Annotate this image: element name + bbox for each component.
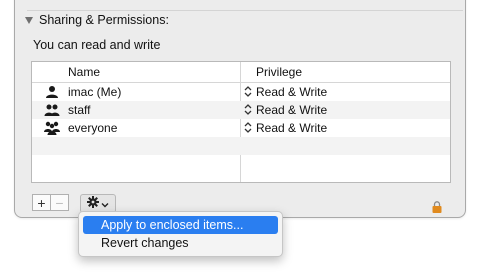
privilege-stepper-icon[interactable] xyxy=(243,84,253,99)
empty-table-row xyxy=(32,155,450,173)
row-privilege[interactable]: Read & Write xyxy=(256,85,327,99)
table-row[interactable]: everyone Read & Write xyxy=(32,119,450,137)
gear-icon xyxy=(87,195,99,213)
table-row[interactable]: staff Read & Write xyxy=(32,101,450,119)
divider xyxy=(27,10,463,11)
privilege-stepper-icon[interactable] xyxy=(243,120,253,135)
info-panel: Sharing & Permissions: You can read and … xyxy=(14,0,466,218)
row-name: imac (Me) xyxy=(68,85,122,99)
disclosure-triangle-icon[interactable] xyxy=(25,16,33,24)
lock-icon[interactable] xyxy=(432,200,442,213)
permissions-table: Name Privilege imac (Me) Read & Write st… xyxy=(31,61,451,183)
row-name: staff xyxy=(68,103,91,117)
everyone-icon xyxy=(44,121,60,135)
add-user-button[interactable]: + xyxy=(32,194,51,211)
row-privilege[interactable]: Read & Write xyxy=(256,121,327,135)
info-window-region: Sharing & Permissions: You can read and … xyxy=(0,0,486,272)
menu-item-apply-to-enclosed[interactable]: Apply to enclosed items... xyxy=(83,216,278,234)
sharing-permissions-header[interactable]: Sharing & Permissions: xyxy=(25,13,169,27)
column-header-name[interactable]: Name xyxy=(68,65,100,79)
empty-table-row xyxy=(32,137,450,155)
menu-item-revert-changes[interactable]: Revert changes xyxy=(83,234,278,252)
table-header: Name Privilege xyxy=(32,62,450,83)
section-title: Sharing & Permissions: xyxy=(39,13,169,27)
single-user-icon xyxy=(44,85,60,99)
row-name: everyone xyxy=(68,121,118,135)
privilege-stepper-icon[interactable] xyxy=(243,102,253,117)
add-remove-group: + − xyxy=(32,194,69,211)
row-privilege[interactable]: Read & Write xyxy=(256,103,327,117)
access-status-text: You can read and write xyxy=(33,38,161,52)
chevron-down-icon xyxy=(101,195,109,213)
column-header-privilege[interactable]: Privilege xyxy=(256,65,302,79)
action-dropdown-menu: Apply to enclosed items... Revert change… xyxy=(78,211,283,257)
remove-user-button[interactable]: − xyxy=(51,194,69,211)
table-row[interactable]: imac (Me) Read & Write xyxy=(32,83,450,101)
group-icon xyxy=(44,103,60,117)
